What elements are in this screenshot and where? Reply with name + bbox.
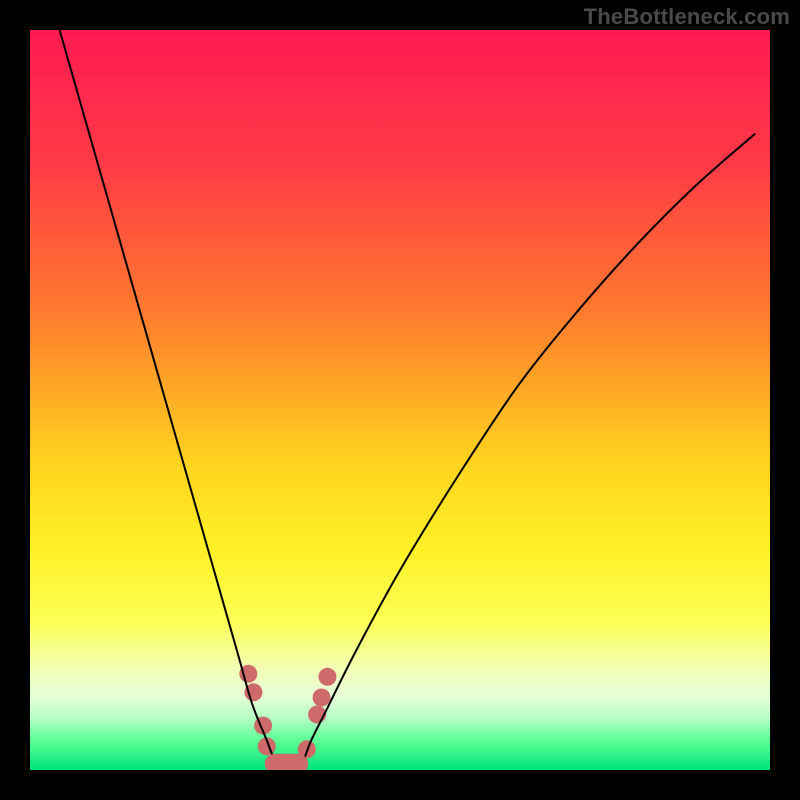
plot-area — [30, 30, 770, 770]
bottleneck-curve — [60, 30, 756, 766]
watermark-text: TheBottleneck.com — [584, 4, 790, 30]
curve-layer — [30, 30, 770, 770]
bottom-marker-blob — [265, 754, 308, 770]
marker-dot — [313, 688, 331, 706]
marker-dot — [318, 668, 336, 686]
outer-frame: TheBottleneck.com — [0, 0, 800, 800]
